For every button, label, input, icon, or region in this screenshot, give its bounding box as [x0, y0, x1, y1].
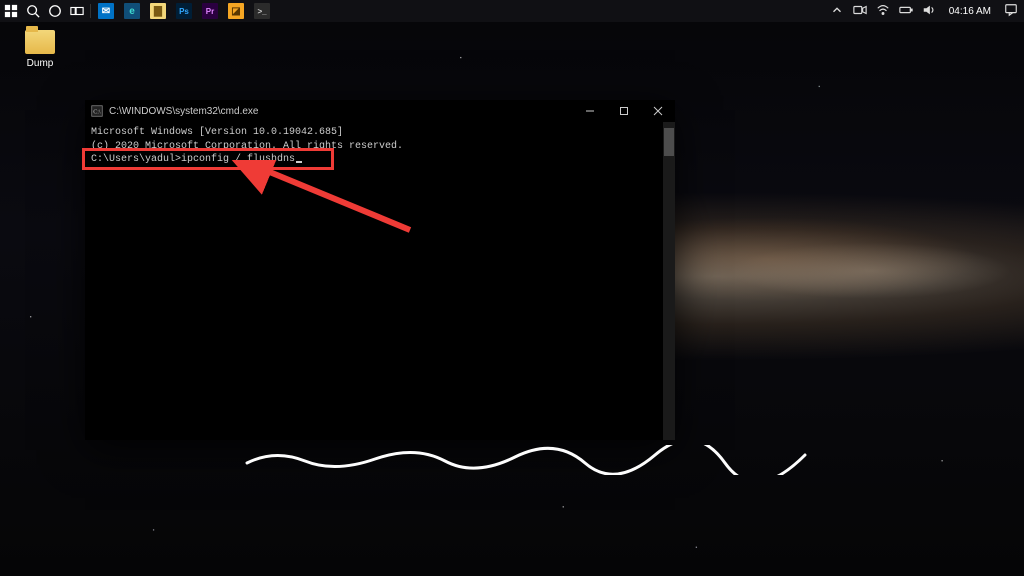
app-mail[interactable]: ✉	[93, 0, 119, 22]
close-button[interactable]	[641, 100, 675, 122]
app-edge[interactable]: e	[119, 0, 145, 22]
svg-text:C:\: C:\	[93, 109, 101, 115]
cmd-scrollbar[interactable]	[663, 122, 675, 440]
tray-battery-icon[interactable]	[899, 3, 913, 20]
action-center-icon[interactable]	[1004, 3, 1018, 20]
cmd-title: C:\WINDOWS\system32\cmd.exe	[109, 106, 258, 117]
tray-chevron-icon[interactable]	[830, 3, 844, 20]
app-premiere[interactable]: Pr	[197, 0, 223, 22]
tray-volume-icon[interactable]	[922, 3, 936, 20]
app-cmd[interactable]: >_	[249, 0, 275, 22]
start-button[interactable]	[0, 0, 22, 22]
desktop-icon-dump[interactable]: Dump	[16, 30, 64, 69]
desktop-icon-label: Dump	[16, 58, 64, 69]
app-yellow[interactable]: ◪	[223, 0, 249, 22]
cortana-button[interactable]	[44, 0, 66, 22]
cmd-icon: C:\	[91, 105, 103, 117]
tray-wifi-icon[interactable]	[876, 3, 890, 20]
taskbar-divider	[90, 4, 91, 18]
search-button[interactable]	[22, 0, 44, 22]
taskbar-tray: 04:16 AM	[830, 0, 1024, 22]
window-controls	[573, 100, 675, 122]
maximize-button[interactable]	[607, 100, 641, 122]
app-explorer[interactable]: ▇	[145, 0, 171, 22]
annotation-highlight-box	[82, 148, 334, 170]
taskbar-left: ✉ e ▇ Ps Pr ◪ >_	[0, 0, 275, 22]
folder-icon	[25, 30, 55, 54]
task-view-button[interactable]	[66, 0, 88, 22]
taskbar-clock[interactable]: 04:16 AM	[945, 6, 995, 17]
cmd-line-version: Microsoft Windows [Version 10.0.19042.68…	[91, 126, 669, 140]
taskbar: ✉ e ▇ Ps Pr ◪ >_ 04:16 AM	[0, 0, 1024, 22]
minimize-button[interactable]	[573, 100, 607, 122]
tray-meet-now-icon[interactable]	[853, 3, 867, 20]
cmd-scrollbar-thumb[interactable]	[664, 128, 674, 156]
app-photoshop[interactable]: Ps	[171, 0, 197, 22]
cmd-titlebar[interactable]: C:\ C:\WINDOWS\system32\cmd.exe	[85, 100, 675, 122]
